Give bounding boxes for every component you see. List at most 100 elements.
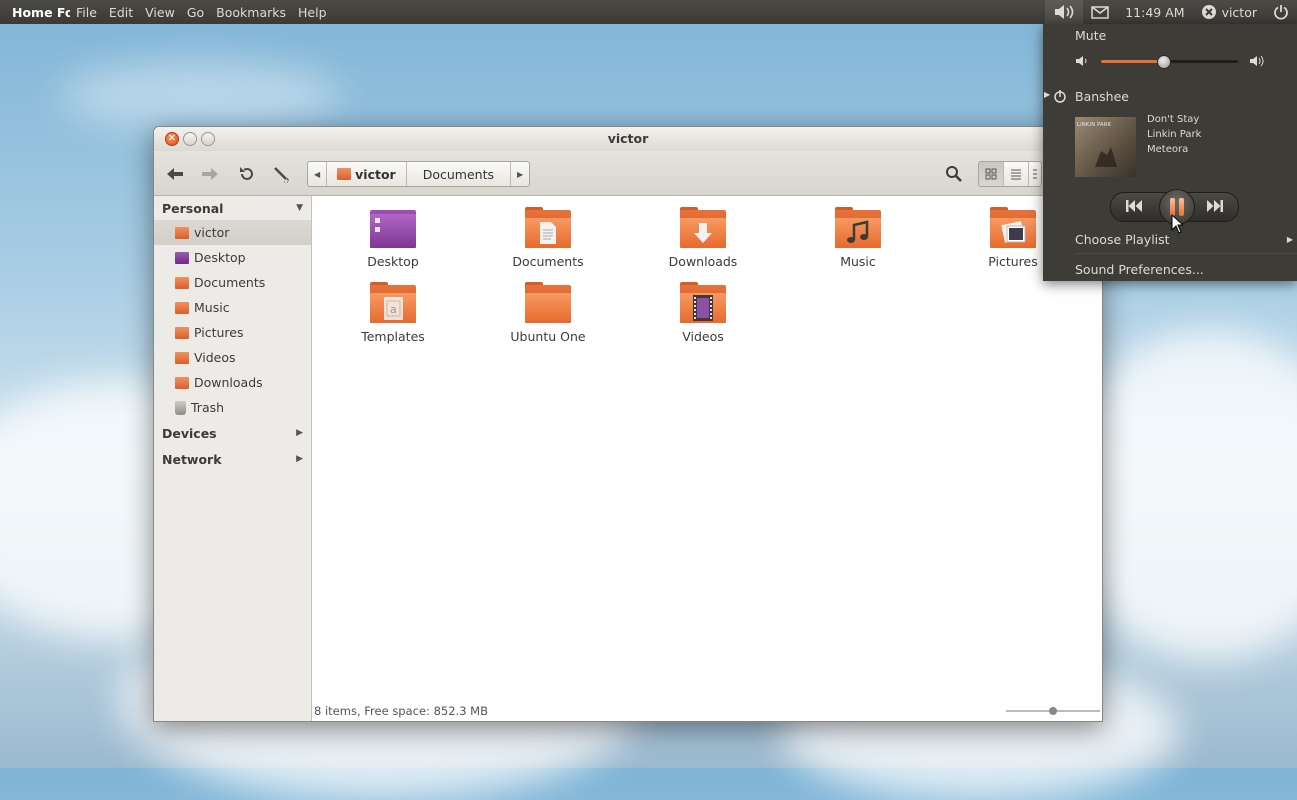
app-title: Home Fo	[12, 4, 70, 20]
sound-indicator[interactable]	[1045, 0, 1084, 24]
sidebar-item-downloads[interactable]: Downloads	[154, 370, 311, 395]
pictures-folder-icon	[990, 207, 1036, 248]
toolbar: ◀ victor Documents ▶	[154, 151, 1102, 196]
menu-go[interactable]: Go	[181, 5, 210, 20]
volume-slider-knob[interactable]	[1156, 55, 1171, 69]
sidebar-section-devices[interactable]: Devices ▶	[154, 421, 311, 445]
documents-folder-icon	[175, 276, 189, 289]
sidebar-item-label: victor	[194, 225, 230, 240]
back-button[interactable]	[164, 163, 186, 185]
music-folder-icon	[835, 207, 881, 248]
menu-view[interactable]: View	[139, 5, 181, 20]
pencil-icon	[274, 167, 290, 183]
section-label: Devices	[162, 425, 217, 441]
triangle-right-icon: ▶	[296, 454, 303, 464]
breadcrumb-scroll-right[interactable]: ▶	[511, 162, 529, 186]
user-name: victor	[1221, 4, 1257, 20]
compact-view-button[interactable]	[1029, 162, 1041, 186]
forward-button[interactable]	[199, 163, 221, 185]
top-panel: Home Fo File Edit View Go Bookmarks Help…	[0, 0, 1297, 24]
panel-indicators: 11:49 AM victor	[1045, 0, 1297, 24]
sidebar-item-desktop[interactable]: Desktop	[154, 245, 311, 270]
submenu-arrow-icon: ▶	[1286, 235, 1293, 244]
sidebar-section-network[interactable]: Network ▶	[154, 447, 311, 471]
zoom-slider[interactable]	[1006, 707, 1100, 715]
maximize-button[interactable]	[201, 132, 215, 146]
sidebar-item-trash[interactable]: Trash	[154, 395, 311, 420]
messaging-indicator[interactable]	[1083, 0, 1117, 24]
sound-preferences-menu-item[interactable]: Sound Preferences...	[1075, 262, 1204, 277]
section-label: Network	[162, 451, 222, 467]
menu-edit[interactable]: Edit	[103, 5, 139, 20]
file-item-ubuntu-one[interactable]: Ubuntu One	[493, 282, 603, 344]
icon-view-button[interactable]	[979, 162, 1004, 186]
close-icon: ✕	[167, 133, 177, 144]
file-item-desktop[interactable]: Desktop	[338, 210, 448, 269]
menu-help[interactable]: Help	[292, 5, 333, 20]
envelope-icon	[1091, 5, 1109, 19]
music-folder-icon	[175, 301, 189, 314]
menu-bookmarks[interactable]: Bookmarks	[210, 5, 292, 20]
album-art: LINKIN PARK	[1075, 117, 1136, 177]
cloud	[60, 60, 340, 130]
mute-menu-item[interactable]: Mute	[1075, 28, 1106, 43]
documents-folder-icon	[525, 207, 571, 248]
previous-track-icon[interactable]	[1125, 199, 1143, 213]
sidebar-item-label: Documents	[194, 275, 266, 290]
desktop-folder-icon	[370, 210, 416, 248]
breadcrumb-label: Documents	[422, 166, 495, 182]
file-item-downloads[interactable]: Downloads	[648, 207, 758, 269]
menu-separator	[1075, 253, 1297, 254]
videos-folder-icon	[175, 351, 189, 364]
sidebar-item-label: Trash	[191, 400, 225, 415]
session-button[interactable]	[1265, 0, 1297, 24]
track-album: Meteora	[1147, 144, 1189, 155]
album-art-text: LINKIN PARK	[1077, 122, 1112, 128]
search-button[interactable]	[943, 163, 965, 185]
zoom-slider-knob[interactable]	[1049, 707, 1057, 715]
minimize-button[interactable]	[183, 132, 197, 146]
power-icon	[1274, 5, 1288, 20]
titlebar[interactable]: ✕ victor	[154, 127, 1102, 151]
player-name[interactable]: Banshee	[1075, 89, 1129, 104]
sidebar-item-label: Desktop	[194, 250, 246, 265]
triangle-right-icon: ▶	[296, 428, 303, 438]
file-item-videos[interactable]: Videos	[648, 282, 758, 344]
breadcrumb-scroll-left[interactable]: ◀	[308, 162, 328, 186]
file-item-documents[interactable]: Documents	[493, 207, 603, 269]
file-item-templates[interactable]: a Templates	[338, 282, 448, 344]
file-item-music[interactable]: Music	[803, 207, 913, 269]
reload-button[interactable]	[236, 163, 258, 185]
choose-playlist-menu-item[interactable]: Choose Playlist	[1075, 232, 1170, 247]
user-menu[interactable]: victor	[1193, 0, 1265, 24]
downloads-folder-icon	[680, 207, 726, 248]
clock[interactable]: 11:49 AM	[1117, 0, 1192, 24]
file-label: Documents	[512, 254, 584, 269]
sidebar-item-pictures[interactable]: Pictures	[154, 320, 311, 345]
arrow-right-icon	[202, 168, 218, 180]
menu-file[interactable]: File	[70, 5, 103, 20]
compact-icon	[1033, 169, 1037, 179]
sidebar-item-label: Music	[194, 300, 230, 315]
edit-location-button[interactable]	[271, 163, 293, 185]
search-icon	[946, 166, 962, 182]
sidebar-item-music[interactable]: Music	[154, 295, 311, 320]
sidebar-item-victor[interactable]: victor	[154, 220, 311, 245]
breadcrumb-item-home[interactable]: victor	[327, 162, 407, 186]
breadcrumb-label: victor	[355, 166, 396, 182]
file-label: Ubuntu One	[510, 329, 586, 344]
close-button[interactable]: ✕	[165, 132, 179, 146]
desktop-folder-icon	[175, 251, 189, 264]
next-track-icon[interactable]	[1206, 199, 1224, 213]
volume-slider[interactable]	[1101, 55, 1238, 69]
ubuntu-one-folder-icon	[525, 282, 571, 323]
file-view: Desktop Documents Downloads Music Pictur…	[312, 196, 1102, 721]
statusbar: 8 items, Free space: 852.3 MB	[312, 701, 1102, 721]
breadcrumb-item-documents[interactable]: Documents	[407, 162, 512, 186]
list-view-button[interactable]	[1004, 162, 1029, 186]
sidebar-section-personal[interactable]: Personal ▼	[154, 196, 311, 220]
speaker-low-icon	[1076, 56, 1087, 66]
sidebar-item-documents[interactable]: Documents	[154, 270, 311, 295]
file-label: Videos	[682, 329, 724, 344]
sidebar-item-videos[interactable]: Videos	[154, 345, 311, 370]
